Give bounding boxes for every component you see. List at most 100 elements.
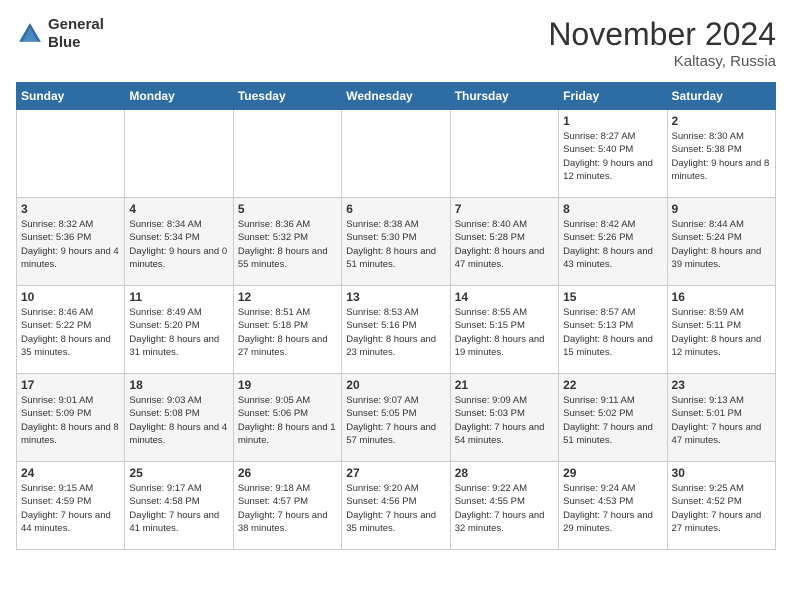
day-number: 30 [672,466,771,480]
calendar-week: 17 Sunrise: 9:01 AM Sunset: 5:09 PM Dayli… [17,374,776,462]
day-info: Sunrise: 8:32 AM Sunset: 5:36 PM Dayligh… [21,218,120,271]
calendar-cell: 1Sunrise: 8:27 AM Sunset: 5:40 PM Daylig… [559,110,667,198]
calendar-cell: 17 Sunrise: 9:01 AM Sunset: 5:09 PM Dayli… [17,374,125,462]
day-number: 10 [21,290,120,304]
day-info: Sunrise: 8:55 AM Sunset: 5:15 PM Dayligh… [455,306,554,359]
calendar-cell: 11 Sunrise: 8:49 AM Sunset: 5:20 PM Dayli… [125,286,233,374]
day-number: 7 [455,202,554,216]
day-info: Sunrise: 8:40 AM Sunset: 5:28 PM Dayligh… [455,218,554,271]
day-info: Sunrise: 9:20 AM Sunset: 4:56 PM Dayligh… [346,482,445,535]
day-info: Sunrise: 8:36 AM Sunset: 5:32 PM Dayligh… [238,218,337,271]
calendar-cell: 28Sunrise: 9:22 AM Sunset: 4:55 PM Dayli… [450,462,558,550]
calendar-cell [450,110,558,198]
page-header: General Blue November 2024 Kaltasy, Russ… [16,16,776,70]
day-number: 9 [672,202,771,216]
title-block: November 2024 Kaltasy, Russia [548,16,776,70]
weekday-header: Sunday [17,83,125,110]
calendar-table: SundayMondayTuesdayWednesdayThursdayFrid… [16,82,776,550]
day-info: Sunrise: 8:42 AM Sunset: 5:26 PM Dayligh… [563,218,662,271]
calendar-cell: 9 Sunrise: 8:44 AM Sunset: 5:24 PM Daylig… [667,198,775,286]
calendar-cell: 3 Sunrise: 8:32 AM Sunset: 5:36 PM Daylig… [17,198,125,286]
day-number: 26 [238,466,337,480]
day-number: 18 [129,378,228,392]
day-info: Sunrise: 8:49 AM Sunset: 5:20 PM Dayligh… [129,306,228,359]
weekday-header: Thursday [450,83,558,110]
calendar-week: 1Sunrise: 8:27 AM Sunset: 5:40 PM Daylig… [17,110,776,198]
day-number: 1 [563,114,662,128]
day-number: 21 [455,378,554,392]
calendar-cell [233,110,341,198]
calendar-cell: 27Sunrise: 9:20 AM Sunset: 4:56 PM Dayli… [342,462,450,550]
calendar-cell: 16 Sunrise: 8:59 AM Sunset: 5:11 PM Dayli… [667,286,775,374]
logo-icon [16,20,44,48]
day-number: 8 [563,202,662,216]
calendar-cell [17,110,125,198]
day-info: Sunrise: 9:03 AM Sunset: 5:08 PM Dayligh… [129,394,228,447]
day-info: Sunrise: 9:24 AM Sunset: 4:53 PM Dayligh… [563,482,662,535]
day-info: Sunrise: 9:05 AM Sunset: 5:06 PM Dayligh… [238,394,337,447]
day-info: Sunrise: 9:01 AM Sunset: 5:09 PM Dayligh… [21,394,120,447]
day-number: 5 [238,202,337,216]
day-number: 25 [129,466,228,480]
calendar-cell [125,110,233,198]
weekday-header: Monday [125,83,233,110]
day-info: Sunrise: 9:09 AM Sunset: 5:03 PM Dayligh… [455,394,554,447]
day-info: Sunrise: 8:44 AM Sunset: 5:24 PM Dayligh… [672,218,771,271]
logo-text: General Blue [48,16,104,52]
calendar-cell: 6Sunrise: 8:38 AM Sunset: 5:30 PM Daylig… [342,198,450,286]
calendar-cell: 29 Sunrise: 9:24 AM Sunset: 4:53 PM Dayli… [559,462,667,550]
day-info: Sunrise: 9:15 AM Sunset: 4:59 PM Dayligh… [21,482,120,535]
day-info: Sunrise: 8:51 AM Sunset: 5:18 PM Dayligh… [238,306,337,359]
day-number: 16 [672,290,771,304]
day-number: 11 [129,290,228,304]
calendar-cell: 4 Sunrise: 8:34 AM Sunset: 5:34 PM Daylig… [125,198,233,286]
day-info: Sunrise: 9:25 AM Sunset: 4:52 PM Dayligh… [672,482,771,535]
day-number: 3 [21,202,120,216]
day-info: Sunrise: 9:18 AM Sunset: 4:57 PM Dayligh… [238,482,337,535]
weekday-header: Wednesday [342,83,450,110]
day-number: 22 [563,378,662,392]
calendar-cell: 7 Sunrise: 8:40 AM Sunset: 5:28 PM Daylig… [450,198,558,286]
calendar-week: 24 Sunrise: 9:15 AM Sunset: 4:59 PM Dayli… [17,462,776,550]
day-number: 28 [455,466,554,480]
calendar-cell: 8 Sunrise: 8:42 AM Sunset: 5:26 PM Daylig… [559,198,667,286]
day-number: 6 [346,202,445,216]
calendar-cell: 13 Sunrise: 8:53 AM Sunset: 5:16 PM Dayli… [342,286,450,374]
day-number: 13 [346,290,445,304]
day-info: Sunrise: 8:34 AM Sunset: 5:34 PM Dayligh… [129,218,228,271]
day-number: 17 [21,378,120,392]
day-info: Sunrise: 9:11 AM Sunset: 5:02 PM Dayligh… [563,394,662,447]
day-number: 19 [238,378,337,392]
day-number: 4 [129,202,228,216]
calendar-week: 10Sunrise: 8:46 AM Sunset: 5:22 PM Dayli… [17,286,776,374]
calendar-cell: 21 Sunrise: 9:09 AM Sunset: 5:03 PM Dayli… [450,374,558,462]
day-number: 20 [346,378,445,392]
day-info: Sunrise: 8:59 AM Sunset: 5:11 PM Dayligh… [672,306,771,359]
calendar-cell: 18 Sunrise: 9:03 AM Sunset: 5:08 PM Dayli… [125,374,233,462]
day-number: 15 [563,290,662,304]
day-info: Sunrise: 8:53 AM Sunset: 5:16 PM Dayligh… [346,306,445,359]
calendar-cell [342,110,450,198]
location: Kaltasy, Russia [548,53,776,70]
calendar-cell: 15 Sunrise: 8:57 AM Sunset: 5:13 PM Dayli… [559,286,667,374]
calendar-cell: 23 Sunrise: 9:13 AM Sunset: 5:01 PM Dayli… [667,374,775,462]
calendar-cell: 2Sunrise: 8:30 AM Sunset: 5:38 PM Daylig… [667,110,775,198]
day-info: Sunrise: 9:07 AM Sunset: 5:05 PM Dayligh… [346,394,445,447]
day-number: 24 [21,466,120,480]
calendar-cell: 14Sunrise: 8:55 AM Sunset: 5:15 PM Dayli… [450,286,558,374]
day-info: Sunrise: 9:13 AM Sunset: 5:01 PM Dayligh… [672,394,771,447]
calendar-cell: 25Sunrise: 9:17 AM Sunset: 4:58 PM Dayli… [125,462,233,550]
day-number: 23 [672,378,771,392]
month-title: November 2024 [548,16,776,53]
logo: General Blue [16,16,104,52]
calendar-cell: 26 Sunrise: 9:18 AM Sunset: 4:57 PM Dayli… [233,462,341,550]
weekday-header: Tuesday [233,83,341,110]
calendar-cell: 10Sunrise: 8:46 AM Sunset: 5:22 PM Dayli… [17,286,125,374]
calendar-week: 3 Sunrise: 8:32 AM Sunset: 5:36 PM Daylig… [17,198,776,286]
calendar-cell: 5 Sunrise: 8:36 AM Sunset: 5:32 PM Daylig… [233,198,341,286]
day-number: 12 [238,290,337,304]
day-number: 29 [563,466,662,480]
day-info: Sunrise: 8:57 AM Sunset: 5:13 PM Dayligh… [563,306,662,359]
calendar-cell: 24 Sunrise: 9:15 AM Sunset: 4:59 PM Dayli… [17,462,125,550]
day-number: 2 [672,114,771,128]
